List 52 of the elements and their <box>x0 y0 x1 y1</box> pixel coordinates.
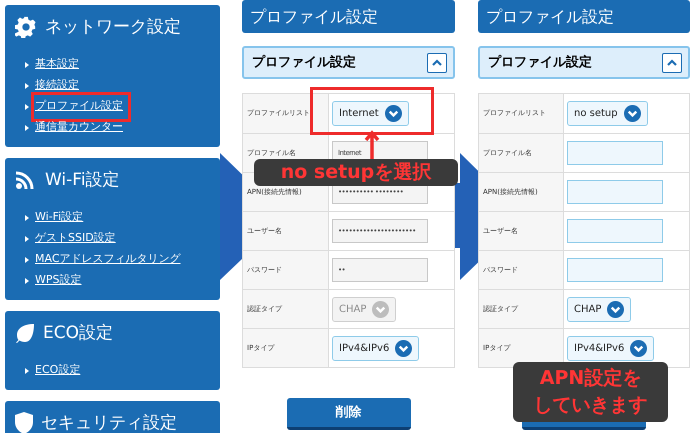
bullet-icon <box>25 104 29 110</box>
menu-link[interactable]: Wi-Fi設定 <box>35 209 84 226</box>
input-field[interactable] <box>567 180 663 204</box>
menu-link[interactable]: 基本設定 <box>35 56 79 73</box>
menu-link[interactable]: プロファイル設定 <box>35 98 123 115</box>
menu-section-title: ネットワーク設定 <box>45 16 181 38</box>
menu-section-title: セキュリティ設定 <box>41 412 177 433</box>
bullet-icon <box>25 214 29 220</box>
menu-link[interactable]: MACアドレスフィルタリング <box>35 251 181 268</box>
dropdown[interactable]: CHAP <box>567 296 632 322</box>
chevron-down-icon <box>624 105 641 122</box>
menu-link[interactable]: WPS設定 <box>35 272 82 289</box>
bullet-icon <box>25 124 29 130</box>
chevron-down-icon <box>607 300 624 318</box>
bullet-icon <box>25 278 29 284</box>
collapse-button[interactable] <box>662 52 682 72</box>
section-title: プロファイル設定 <box>488 54 592 72</box>
chevron-down-icon <box>384 105 402 122</box>
dropdown[interactable]: IPv4&IPv6 <box>567 336 654 360</box>
chevron-down-icon <box>395 340 412 356</box>
leaf-icon <box>15 323 35 343</box>
delete-button[interactable]: 削除 <box>286 398 410 430</box>
menu-link[interactable]: 通信量カウンター <box>35 119 123 136</box>
bullet-icon <box>25 82 29 88</box>
gear-icon <box>15 16 37 38</box>
menu-link[interactable]: ゲストSSID設定 <box>35 230 116 247</box>
input-field[interactable] <box>567 219 663 243</box>
menu-section-title: ECO設定 <box>43 322 113 344</box>
caret-icon <box>667 59 677 66</box>
dropdown[interactable]: no setup <box>567 101 648 126</box>
caret-icon <box>432 59 442 66</box>
dropdown[interactable]: IPv4&IPv6 <box>332 336 420 360</box>
bullet-icon <box>25 256 29 262</box>
chevron-down-icon <box>630 340 648 356</box>
shield-icon <box>15 412 33 433</box>
collapse-button[interactable] <box>427 52 447 72</box>
dropdown[interactable]: Internet <box>332 101 409 126</box>
input-field[interactable] <box>567 141 663 165</box>
section-title: プロファイル設定 <box>252 54 356 72</box>
menu-link[interactable]: ECO設定 <box>35 362 80 379</box>
chevron-down-icon <box>372 300 390 318</box>
bullet-icon <box>25 62 29 68</box>
input-field[interactable] <box>567 258 663 282</box>
menu-link[interactable]: 接続設定 <box>35 77 79 94</box>
bullet-icon <box>25 236 29 242</box>
menu-section-title: Wi-Fi設定 <box>45 169 120 191</box>
page-header: プロファイル設定 <box>242 0 455 33</box>
callout-tooltip: APN設定を していきます <box>513 362 668 422</box>
bullet-icon <box>25 368 29 374</box>
up-arrow-icon <box>364 130 380 159</box>
callout-tooltip: no setupを選択 <box>254 159 458 186</box>
page-header: プロファイル設定 <box>478 0 690 33</box>
